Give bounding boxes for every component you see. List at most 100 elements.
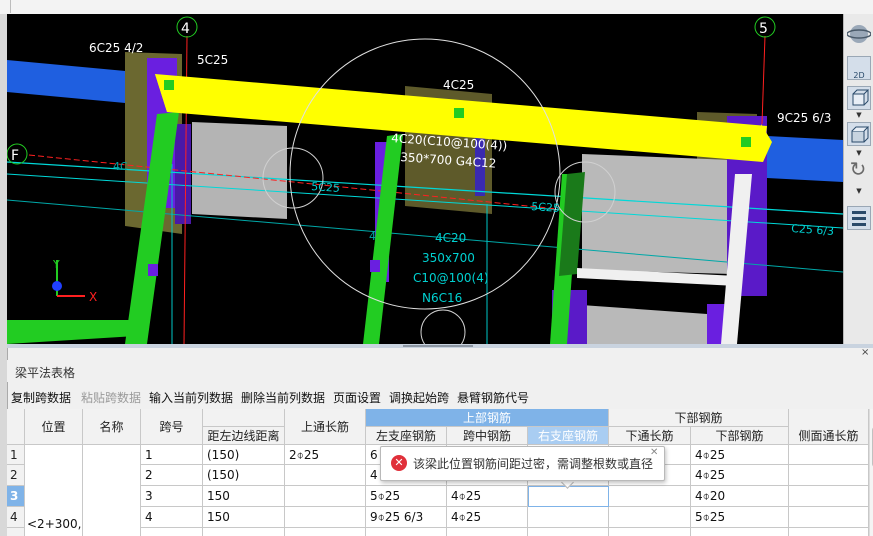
cell-right-support[interactable] <box>528 528 609 536</box>
axis-label-5: 5 <box>759 21 768 37</box>
delete-column-button[interactable]: 删除当前列数据 <box>241 389 325 406</box>
ucs-origin <box>52 281 62 291</box>
cell-bottom-bar[interactable]: 4⌽20 <box>691 486 789 507</box>
header-bottom-through[interactable]: 下通长筋 <box>609 427 691 445</box>
cell-dist[interactable]: (150) <box>203 445 285 465</box>
header-mid-span[interactable]: 跨中钢筋 <box>447 427 528 445</box>
beam-label-9: C25 6/3 <box>791 222 835 238</box>
cell-span[interactable]: 2 <box>141 465 203 486</box>
header-side-through[interactable]: 侧面通长筋 <box>789 409 869 445</box>
view-2d-icon[interactable]: 2D <box>847 56 871 80</box>
copy-span-button[interactable]: 复制跨数据 <box>11 389 71 406</box>
cell-side-through[interactable] <box>789 507 869 528</box>
cell-top-through[interactable]: 2⌽25 <box>285 445 366 465</box>
cube-front-icon[interactable] <box>847 86 871 110</box>
cell-bottom-bar[interactable]: 4⌽25 <box>691 445 789 465</box>
axis-label-f: F <box>11 148 19 164</box>
cell-top-through[interactable] <box>285 486 366 507</box>
swap-span-button[interactable]: 调换起始跨 <box>389 389 449 406</box>
sphere-icon[interactable] <box>846 22 872 46</box>
purple-small-2 <box>370 260 380 272</box>
chevron-down-icon[interactable]: ▼ <box>854 150 864 157</box>
cell-span[interactable]: 3 <box>141 486 203 507</box>
header-bottom-group[interactable]: 下部钢筋 <box>609 409 789 427</box>
row-header[interactable]: 2 <box>7 465 25 486</box>
chevron-down-icon[interactable]: ▼ <box>854 112 864 119</box>
cell-mid-span[interactable]: 4⌽25 <box>447 486 528 507</box>
header-bottom-bar[interactable]: 下部钢筋 <box>691 427 789 445</box>
cell-left-support[interactable]: 5⌽25 <box>366 486 447 507</box>
cell-dist[interactable]: 150 <box>203 507 285 528</box>
cell-side-through[interactable] <box>789 486 869 507</box>
cube-iso-icon[interactable] <box>847 122 871 146</box>
cantilever-code-button[interactable]: 悬臂钢筋代号 <box>457 389 529 406</box>
row-header[interactable]: 3 <box>7 486 25 507</box>
beam-label-1: 6C25 4/2 <box>89 41 143 55</box>
header-dist-top <box>203 409 285 427</box>
cell-mid-span[interactable] <box>447 528 528 536</box>
beam-label-8: 5C25 <box>531 200 561 215</box>
header-top-group[interactable]: 上部钢筋 <box>366 409 609 427</box>
cell-bottom-through[interactable] <box>609 507 691 528</box>
cell-top-through[interactable] <box>285 528 366 536</box>
beam-grip-mid <box>454 108 464 118</box>
header-top-through[interactable]: 上通长筋 <box>285 409 366 445</box>
header-left-support[interactable]: 左支座钢筋 <box>366 427 447 445</box>
page-setup-button[interactable]: 页面设置 <box>333 389 381 406</box>
splitter[interactable] <box>7 344 873 348</box>
header-position[interactable]: 位置 <box>25 409 83 445</box>
cell-right-support-active[interactable] <box>528 486 609 507</box>
cell-side-through[interactable] <box>789 528 869 536</box>
row-header[interactable] <box>7 528 25 536</box>
beam-label-7: 5C25 <box>311 180 341 195</box>
cell-bottom-bar[interactable]: 5⌽25 <box>691 507 789 528</box>
cell-left-support[interactable]: 9⌽25 6/3 <box>366 507 447 528</box>
axis-line-5 <box>761 35 766 125</box>
cell-dist[interactable]: 150 <box>203 486 285 507</box>
row-header[interactable]: 4 <box>7 507 25 528</box>
cyan-mark-1: 4C <box>113 160 128 173</box>
tooltip-close-icon[interactable]: ✕ <box>650 447 658 458</box>
panel-title: 梁平法表格 <box>15 366 76 380</box>
cell-dist[interactable]: (150) <box>203 465 285 486</box>
cell-bottom-through[interactable] <box>609 486 691 507</box>
header-span[interactable]: 跨号 <box>141 409 203 445</box>
column-label-4: N6C16 <box>422 291 462 305</box>
cell-right-support[interactable] <box>528 507 609 528</box>
cyan-mark-2: 4 <box>369 230 376 243</box>
header-name[interactable]: 名称 <box>83 409 141 445</box>
ucs-x-label: X <box>89 290 97 304</box>
cell-position[interactable]: <2+300, <box>25 445 83 536</box>
cell-mid-span[interactable]: 4⌽25 <box>447 507 528 528</box>
cell-left-support[interactable] <box>366 528 447 536</box>
table-scrollbar[interactable] <box>869 409 873 536</box>
input-column-button[interactable]: 输入当前列数据 <box>149 389 233 406</box>
cell-name[interactable] <box>83 445 141 536</box>
cad-viewport[interactable]: 4 5 F 6C25 4/2 5C25 4C25 9C25 6/3 4C20(C… <box>7 14 843 344</box>
grey-panel-3 <box>567 304 707 344</box>
chevron-down-icon[interactable]: ▼ <box>854 188 864 195</box>
cell-dist[interactable] <box>203 528 285 536</box>
cell-bottom-bar[interactable]: 4⌽25 <box>691 465 789 486</box>
cell-top-through[interactable] <box>285 507 366 528</box>
corner-cell <box>7 409 25 445</box>
paste-span-button[interactable]: 粘贴跨数据 <box>81 389 141 406</box>
cell-side-through[interactable] <box>789 445 869 465</box>
cell-bottom-through[interactable] <box>609 528 691 536</box>
splitter-grip[interactable] <box>403 345 473 347</box>
rotate-icon[interactable]: ↻ <box>847 159 871 184</box>
header-dist[interactable]: 距左边线距离 <box>203 427 285 445</box>
header-right-support[interactable]: 右支座钢筋 <box>528 427 609 445</box>
panel-close-icon[interactable]: × <box>861 348 871 358</box>
error-tooltip: ✕ 该梁此位置钢筋间距过密，需调整根数或直径 ✕ <box>380 446 665 481</box>
grid-layers-icon[interactable] <box>847 206 871 230</box>
cell-span[interactable]: 1 <box>141 445 203 465</box>
column-label-2: 350x700 <box>422 251 475 265</box>
cell-bottom-bar[interactable] <box>691 528 789 536</box>
cell-side-through[interactable] <box>789 465 869 486</box>
cell-top-through[interactable] <box>285 465 366 486</box>
select-circle-small-3 <box>420 309 466 344</box>
cell-span[interactable] <box>141 528 203 536</box>
cell-span[interactable]: 4 <box>141 507 203 528</box>
row-header[interactable]: 1 <box>7 445 25 465</box>
